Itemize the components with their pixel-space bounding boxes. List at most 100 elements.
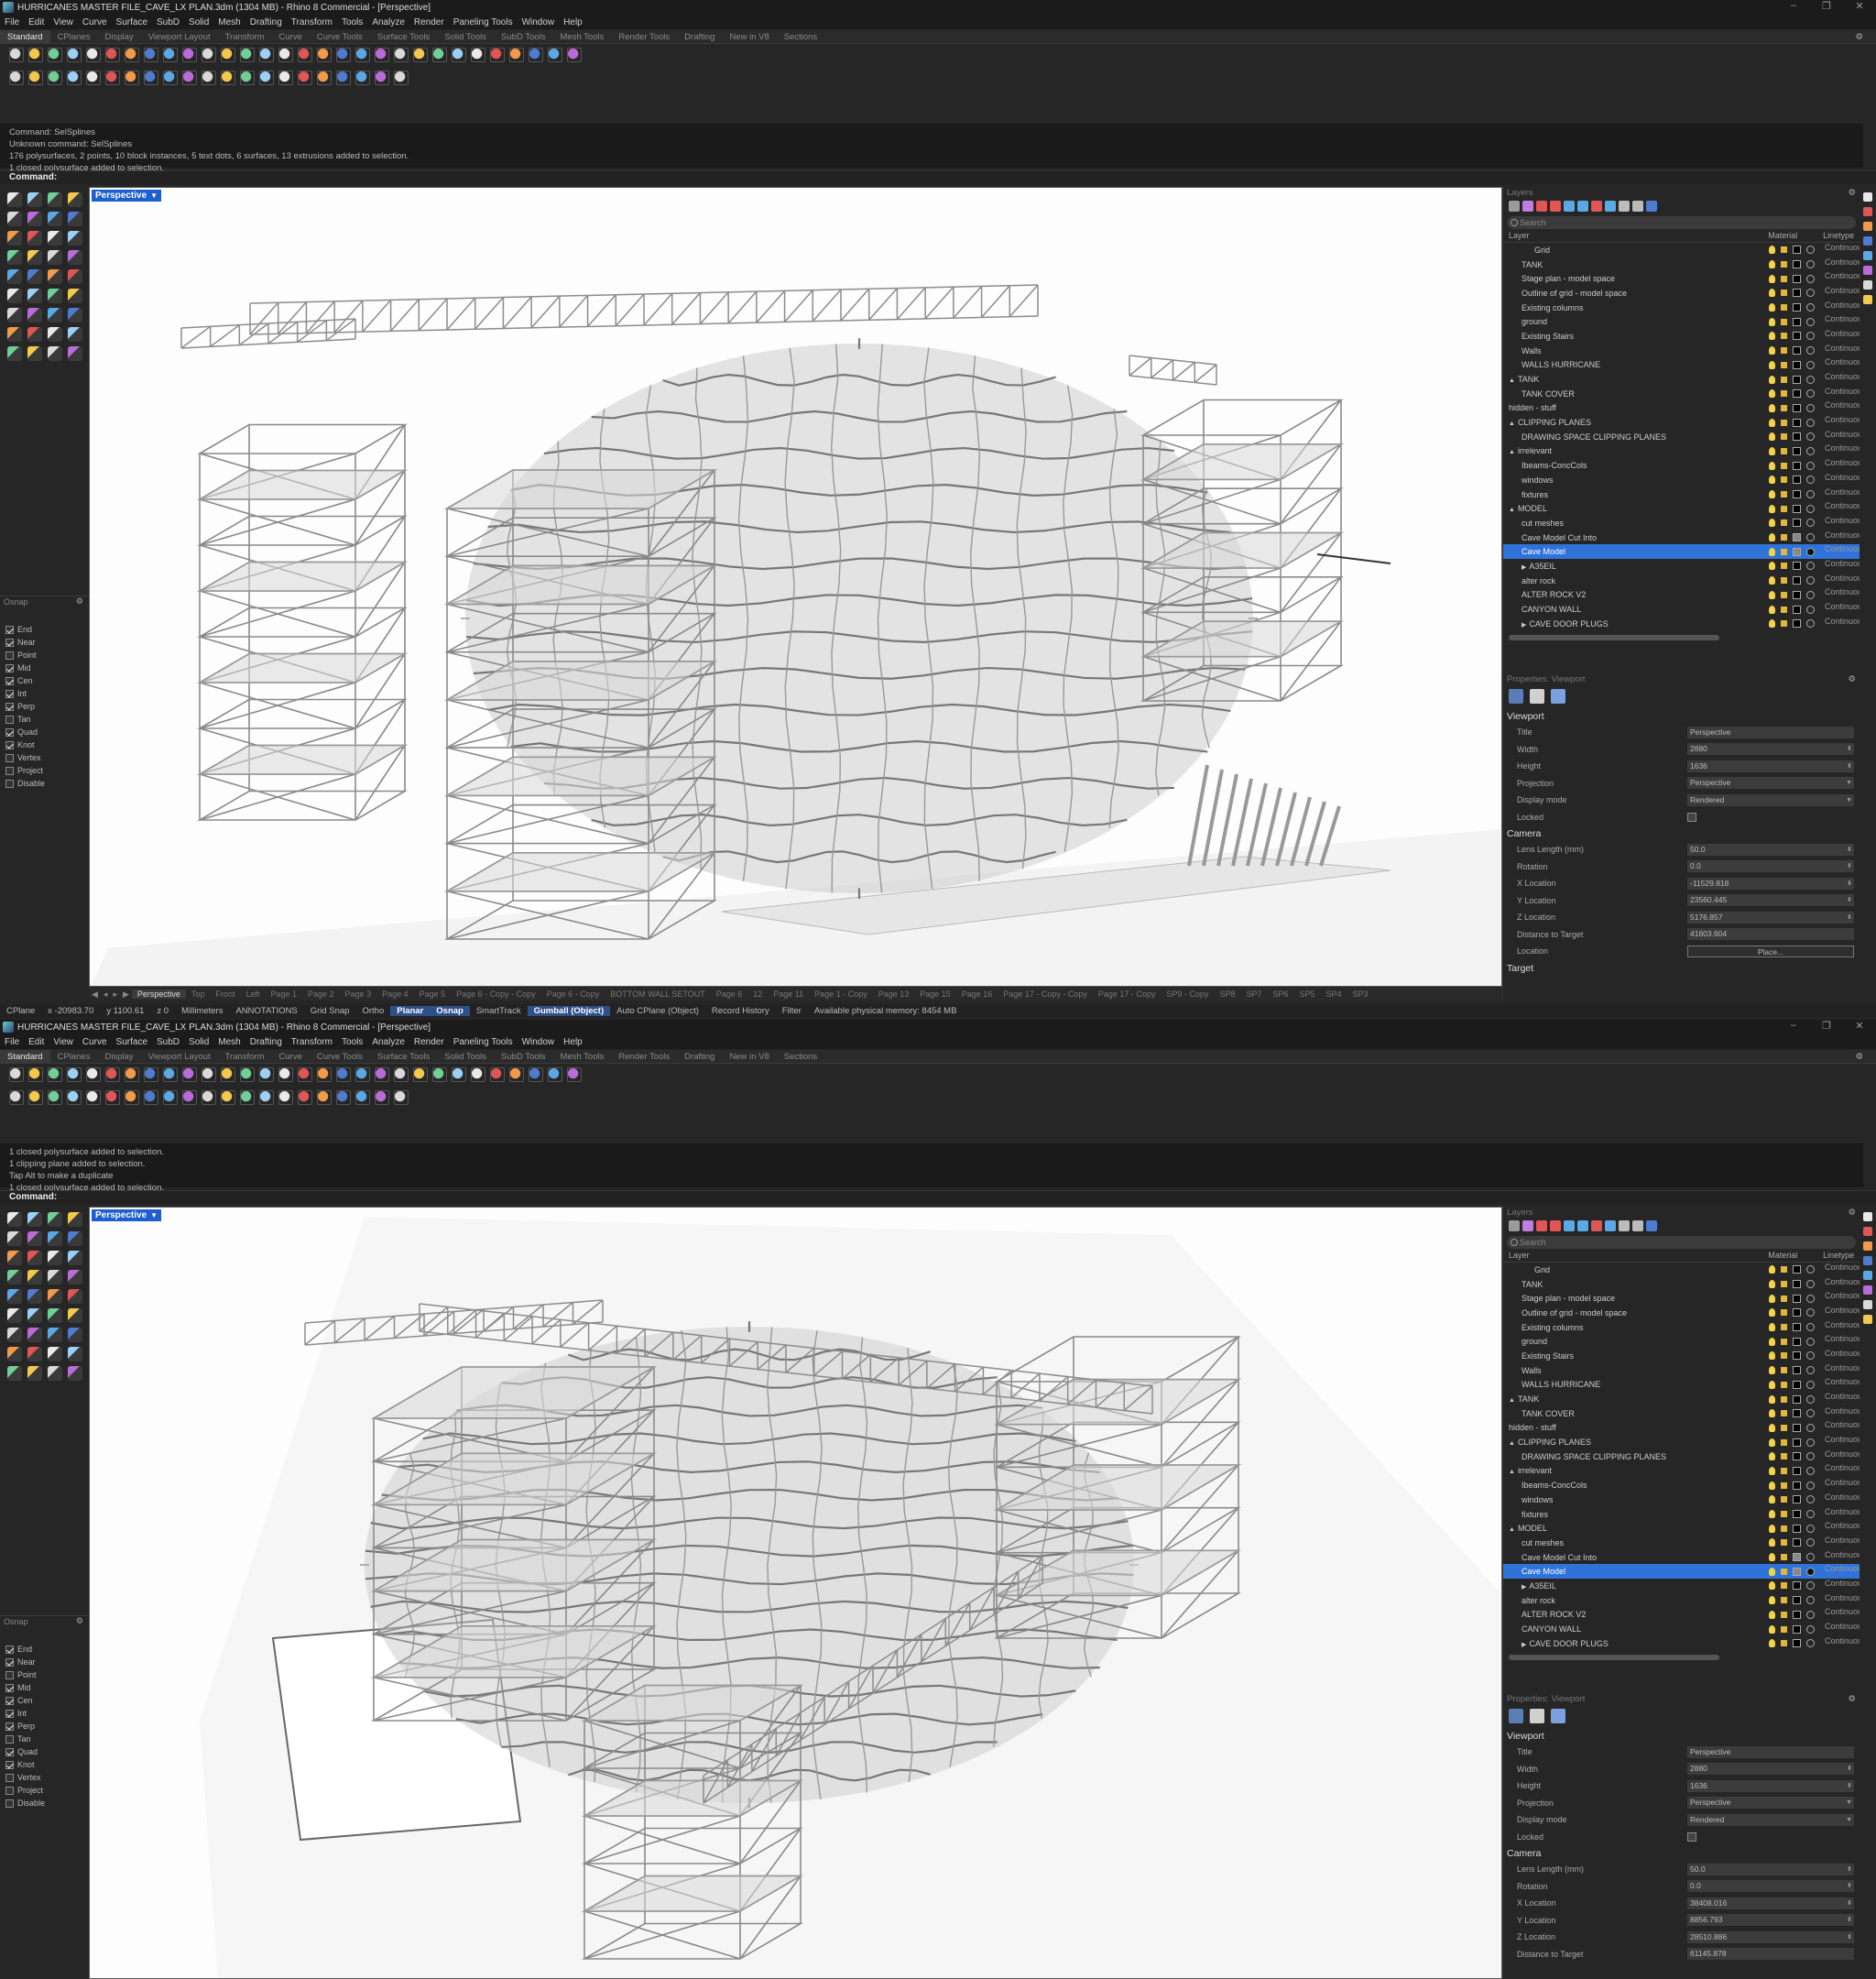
cloud-icon[interactable] [355, 71, 370, 85]
gear-icon[interactable]: ⚙ [1848, 674, 1856, 684]
lock-icon[interactable] [1781, 1352, 1787, 1360]
paper-icon[interactable] [105, 1090, 120, 1105]
layer-row[interactable]: Existing Stairs Continuous [1503, 329, 1867, 344]
layer-color-swatch[interactable] [1793, 303, 1801, 312]
maximize-button[interactable]: ❐ [1810, 1020, 1843, 1032]
lock-sel-icon[interactable] [202, 71, 216, 85]
environment-icon[interactable] [509, 48, 524, 62]
properties-icon[interactable] [394, 1067, 409, 1082]
checkbox[interactable] [5, 625, 14, 634]
page-tab[interactable]: Page 6 [711, 990, 748, 999]
lock-icon[interactable] [1781, 275, 1787, 282]
lights-icon[interactable] [432, 48, 447, 62]
bulb-icon[interactable] [1769, 375, 1775, 384]
lock-icon[interactable] [1781, 361, 1787, 368]
osnap-item-point[interactable]: Point [0, 649, 89, 661]
set-view-icon[interactable] [336, 48, 351, 62]
layer-col-header[interactable]: Layer [1509, 1251, 1768, 1262]
spinner-icon[interactable]: ⬍ [1847, 844, 1852, 856]
hatch-icon[interactable] [48, 308, 62, 323]
unlock-icon[interactable] [182, 1090, 197, 1105]
camera-icon[interactable] [1509, 1709, 1523, 1723]
close-button[interactable]: ✕ [1843, 1020, 1876, 1032]
layers-icon[interactable] [413, 48, 428, 62]
layer-row[interactable]: ▲ MODEL Continuous [1503, 1521, 1867, 1536]
osnap-item-quad[interactable]: Quad [0, 726, 89, 738]
annotate-icon[interactable] [68, 1328, 82, 1342]
grid-icon[interactable] [259, 1090, 274, 1105]
curve-cp-icon[interactable] [27, 231, 42, 246]
display-shaded-icon[interactable] [355, 48, 370, 62]
bulb-icon[interactable] [1769, 1265, 1775, 1274]
save-icon[interactable] [48, 1067, 62, 1082]
material-icon[interactable] [1806, 375, 1815, 384]
property-value-y[interactable]: 8856.793 ⬍ [1687, 1914, 1854, 1927]
bulb-icon[interactable] [1769, 1596, 1775, 1605]
ellipse-icon[interactable] [48, 212, 62, 226]
material-icon[interactable] [1806, 461, 1815, 470]
layer-row[interactable]: Walls Continuous [1503, 1363, 1867, 1378]
smarttrack-toggle[interactable]: SmartTrack [470, 1006, 528, 1016]
rectangle-icon[interactable] [68, 212, 82, 226]
material-icon[interactable] [1806, 1596, 1815, 1605]
layer-row[interactable]: ▲ TANK Continuous [1503, 372, 1867, 387]
layer-row[interactable]: ▲ CLIPPING PLANES Continuous [1503, 1435, 1867, 1449]
layer-row[interactable]: Stage plan - model space Continuous [1503, 271, 1867, 286]
checkbox[interactable] [5, 727, 14, 737]
tool-lock-icon[interactable] [317, 71, 332, 85]
layer-color-swatch[interactable] [1793, 1323, 1801, 1332]
layer-row[interactable]: Cave Model Continuous [1503, 1564, 1867, 1580]
render-icon[interactable] [529, 48, 543, 62]
checkbox[interactable] [5, 715, 14, 724]
menu-window[interactable]: Window [518, 17, 560, 27]
expand-arrow-icon[interactable]: ▲ [1509, 449, 1515, 455]
lock-icon[interactable] [1781, 1496, 1787, 1503]
bulb-icon[interactable] [1769, 461, 1775, 470]
lock-icon[interactable] [1781, 333, 1787, 340]
page-tab[interactable]: Page 1 - Copy [809, 990, 873, 999]
bulb-all-icon[interactable] [28, 71, 43, 85]
doc-props-icon[interactable] [125, 1090, 139, 1105]
paint-brush-icon[interactable] [1551, 689, 1565, 704]
bulb-icon[interactable] [1769, 1481, 1775, 1490]
property-value-lens[interactable]: 50.0 ⬍ [1687, 843, 1854, 856]
tab-surface-tools[interactable]: Surface Tools [370, 32, 437, 42]
expand-arrow-icon[interactable]: ▲ [1509, 1526, 1515, 1533]
lock-icon[interactable] [1781, 606, 1787, 613]
layer-color-swatch[interactable] [1793, 360, 1801, 369]
layer-color-swatch[interactable] [1793, 605, 1801, 614]
layer-row[interactable]: cut meshes Continuous [1503, 516, 1867, 530]
new-layer-icon[interactable] [1509, 1220, 1520, 1231]
page-nav-arrow-icon[interactable]: ◂ [101, 990, 111, 1000]
layer-color-swatch[interactable] [1793, 576, 1801, 585]
menu-paneling-tools[interactable]: Paneling Tools [449, 1037, 518, 1047]
layer-color-swatch[interactable] [1793, 432, 1801, 442]
trim-icon[interactable] [68, 1347, 82, 1361]
spinner-icon[interactable]: ⬍ [1847, 894, 1852, 906]
page-tab[interactable]: SP3 [1347, 990, 1374, 999]
material-icon[interactable] [1806, 562, 1815, 571]
lock-icon[interactable] [1781, 476, 1787, 484]
bulb-icon[interactable] [1769, 274, 1775, 283]
layer-color-swatch[interactable] [1793, 1639, 1801, 1648]
page-tab[interactable]: Top [186, 990, 211, 999]
text-icon[interactable] [7, 1328, 22, 1342]
material-icon[interactable] [1806, 246, 1815, 255]
layer-row[interactable]: TANK COVER Continuous [1503, 1406, 1867, 1421]
layer-row[interactable]: CANYON WALL Continuous [1503, 602, 1867, 617]
checkbox[interactable] [5, 663, 14, 672]
curve-cp-icon[interactable] [27, 1251, 42, 1265]
property-value-width[interactable]: 2880 ⬍ [1687, 1763, 1854, 1776]
tab-render-tools[interactable]: Render Tools [611, 32, 677, 42]
lock-icon[interactable] [1781, 1568, 1787, 1575]
pan-icon[interactable] [182, 1067, 197, 1082]
material-icon[interactable] [1806, 389, 1815, 399]
page-tab[interactable]: SP9 - Copy [1161, 990, 1214, 999]
page-tab[interactable]: Page 1 [265, 990, 302, 999]
list-view-icon[interactable] [1632, 1220, 1643, 1231]
checkbox[interactable] [5, 753, 14, 762]
gumball-toggle[interactable]: Gumball (Object) [527, 1006, 611, 1016]
auto-cplane-toggle[interactable]: Auto CPlane (Object) [610, 1006, 705, 1016]
spinner-icon[interactable]: ⬍ [1847, 1914, 1852, 1926]
material-icon[interactable] [490, 1067, 505, 1082]
